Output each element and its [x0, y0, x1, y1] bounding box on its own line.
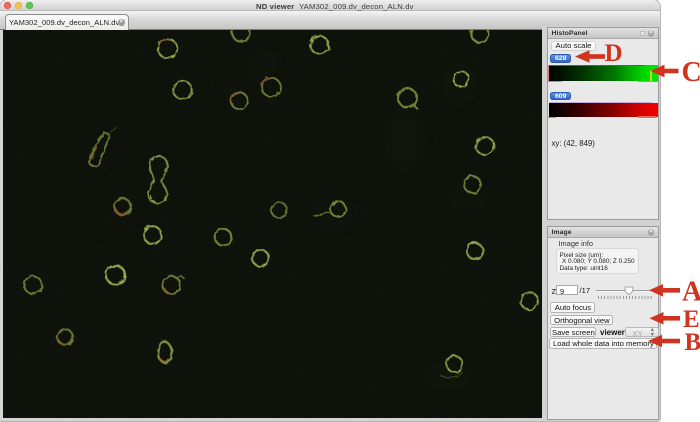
svg-text:D: D — [605, 40, 623, 67]
svg-text:A: A — [682, 277, 700, 308]
svg-text:C: C — [682, 57, 700, 88]
svg-text:B: B — [685, 329, 700, 356]
